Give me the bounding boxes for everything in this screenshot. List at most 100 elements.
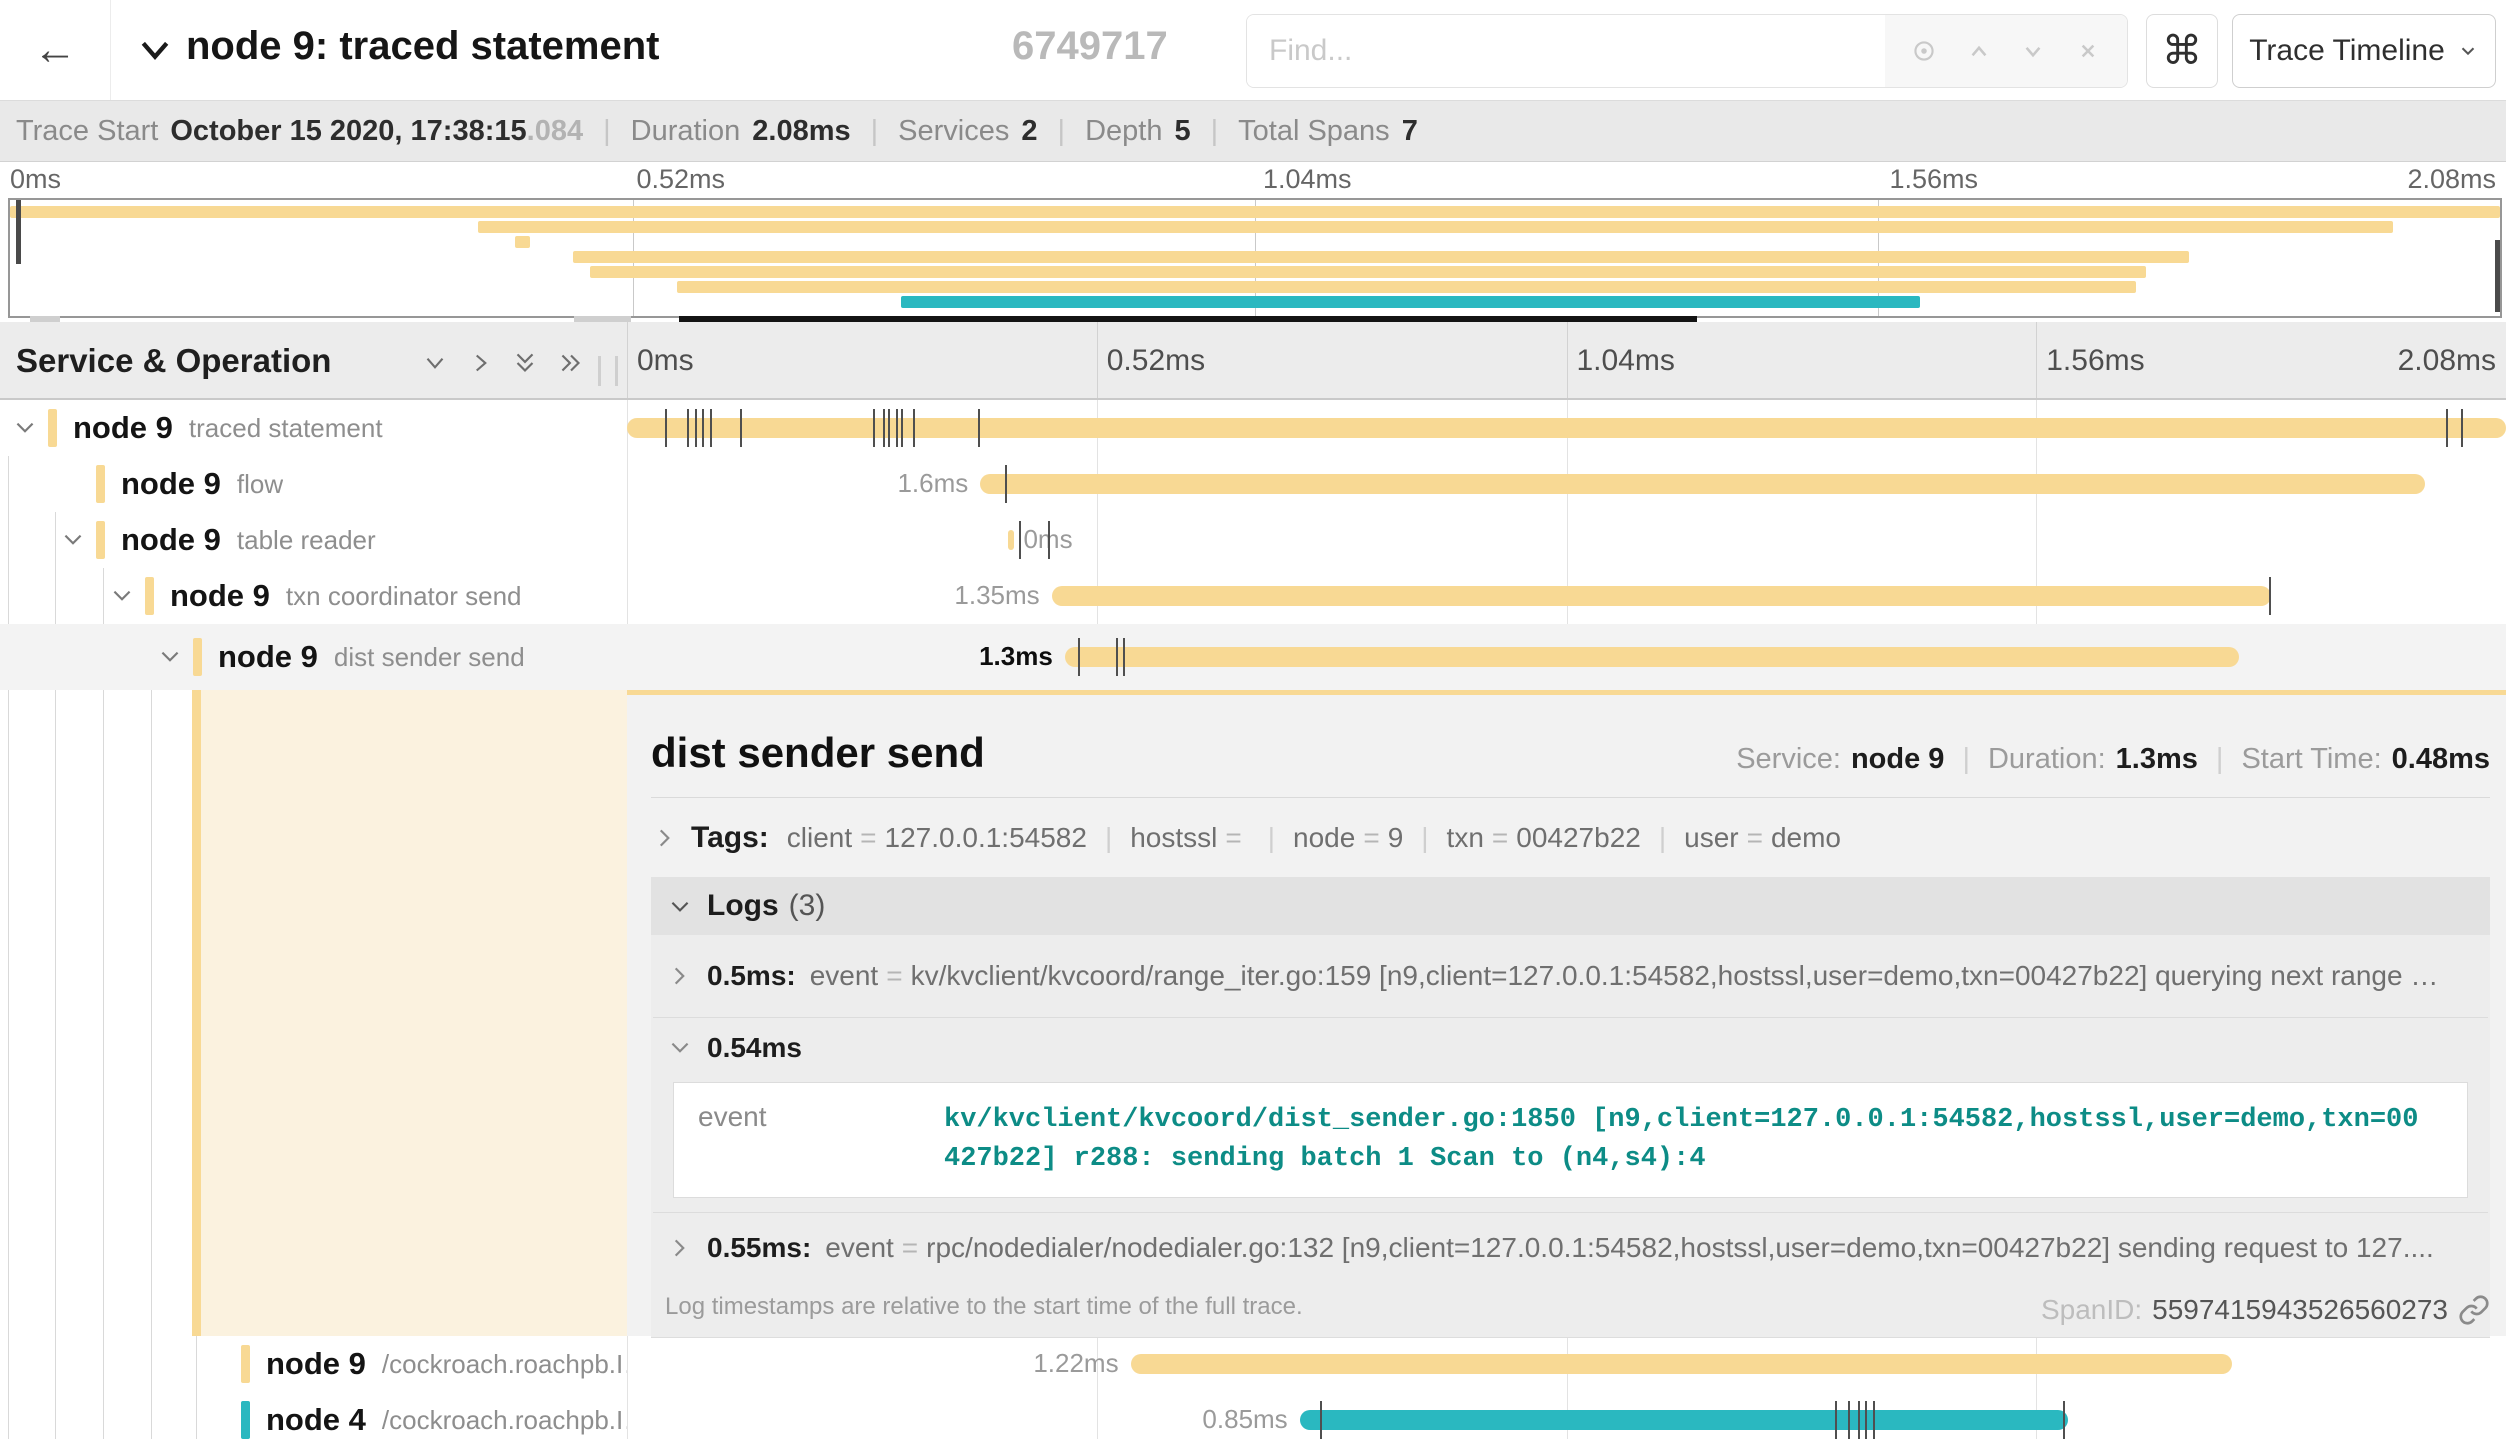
chevron-down-icon[interactable]: [2018, 36, 2048, 66]
span-color-swatch: [241, 1401, 250, 1439]
row-expander-icon[interactable]: [109, 583, 135, 614]
keyboard-shortcuts-button[interactable]: ⌘: [2146, 14, 2218, 88]
row-label[interactable]: node 9flow: [96, 456, 283, 512]
log-tick-mark: [978, 409, 980, 447]
log-tick-mark: [1123, 638, 1125, 676]
row-label[interactable]: node 9/cockroach.roachpb.I…: [241, 1336, 627, 1392]
span-detail-meta: Service:node 9|Duration:1.3ms|Start Time…: [1736, 743, 2490, 776]
trace-minimap[interactable]: 0ms0.52ms1.04ms1.56ms2.08ms: [0, 162, 2506, 322]
row-left-cell[interactable]: node 9table reader: [0, 512, 627, 568]
span-bar[interactable]: [1065, 647, 2239, 667]
trace-id: 6749717: [1012, 24, 1168, 69]
minimap-scrubber-left-handle[interactable]: [16, 200, 21, 264]
log-tick-mark: [888, 409, 890, 447]
row-left-cell[interactable]: node 4/cockroach.roachpb.I…: [0, 1392, 627, 1439]
row-label[interactable]: node 9dist sender send: [193, 624, 525, 690]
log-tick-mark: [1848, 1401, 1850, 1439]
table-row[interactable]: node 9/cockroach.roachpb.I…1.22ms: [0, 1336, 2506, 1392]
log-timestamp: 0.55ms:: [707, 1232, 811, 1264]
row-timeline-cell[interactable]: 1.22ms: [627, 1336, 2506, 1392]
span-bar[interactable]: [1131, 1354, 2232, 1374]
minimap-span-bar: [677, 281, 2136, 293]
summary-separator: |: [603, 115, 611, 148]
scope-icon[interactable]: [1909, 36, 1939, 66]
timeline-header-gridline: [1567, 322, 1568, 398]
log-row[interactable]: 0.5ms:event=kv/kvclient/kvcoord/range_it…: [651, 935, 2490, 1017]
table-row[interactable]: node 9table reader 0ms: [0, 512, 2506, 568]
back-arrow-icon: ←: [33, 25, 77, 75]
row-left-cell[interactable]: node 9flow: [0, 456, 627, 512]
table-row[interactable]: node 9traced statement: [0, 400, 2506, 456]
expand-all-icon[interactable]: [556, 348, 586, 383]
span-bar[interactable]: [627, 418, 2506, 438]
log-tick-mark: [2446, 409, 2448, 447]
chevron-up-icon[interactable]: [1964, 36, 1994, 66]
log-tick-mark: [1048, 521, 1050, 559]
row-timeline-cell[interactable]: [627, 400, 2506, 456]
service-name: node 9: [218, 639, 318, 675]
table-row[interactable]: node 9flow 1.6ms: [0, 456, 2506, 512]
tag-separator: |: [1268, 822, 1275, 854]
trace-timeline-page: ← node 9: traced statement 6749717: [0, 0, 2506, 1439]
tags-row[interactable]: Tags: client=127.0.0.1:54582|hostssl=|no…: [651, 807, 2490, 869]
view-selector-button[interactable]: Trace Timeline: [2232, 14, 2496, 88]
tag-key: hostssl: [1130, 822, 1217, 854]
row-label[interactable]: node 9traced statement: [48, 400, 383, 456]
summary-separator: |: [1211, 115, 1219, 148]
log-row-expanded-header[interactable]: 0.54ms: [651, 1018, 2490, 1078]
row-timeline-cell[interactable]: 0.85ms: [627, 1392, 2506, 1439]
row-timeline-cell[interactable]: 1.6ms: [627, 456, 2506, 512]
row-left-cell[interactable]: node 9/cockroach.roachpb.I…: [0, 1336, 627, 1392]
find-input[interactable]: [1247, 15, 1885, 87]
span-color-swatch: [241, 1345, 250, 1383]
back-button[interactable]: ←: [0, 0, 111, 100]
table-row[interactable]: node 4/cockroach.roachpb.I…0.85ms: [0, 1392, 2506, 1439]
link-icon[interactable]: [2458, 1294, 2490, 1326]
log-tick-mark: [710, 409, 712, 447]
view-selector-label: Trace Timeline: [2249, 34, 2445, 68]
minimap-span-bar: [515, 236, 530, 248]
minimap-tick-label: 1.56ms: [1890, 164, 1979, 195]
column-resize-handle[interactable]: [598, 356, 618, 386]
tag-equals: =: [1225, 822, 1241, 854]
row-left-cell[interactable]: node 9traced statement: [0, 400, 627, 456]
close-icon[interactable]: [2073, 36, 2103, 66]
row-timeline-cell[interactable]: 1.3ms: [627, 624, 2506, 690]
minimap-tick-label: 0.52ms: [637, 164, 726, 195]
tag-equals: =: [1492, 822, 1508, 854]
row-left-cell[interactable]: node 9dist sender send: [0, 624, 627, 690]
log-tick-mark: [695, 409, 697, 447]
span-bar[interactable]: [980, 474, 2425, 494]
collapse-all-icon[interactable]: [510, 348, 540, 383]
row-timeline-cell[interactable]: 0ms: [627, 512, 2506, 568]
row-label[interactable]: node 4/cockroach.roachpb.I…: [241, 1392, 627, 1439]
row-expander-icon[interactable]: [157, 644, 183, 675]
row-timeline-cell[interactable]: 1.35ms: [627, 568, 2506, 624]
minimap-span-bar: [10, 206, 2500, 218]
span-bar[interactable]: [1300, 1410, 2069, 1430]
table-row[interactable]: node 9txn coordinator send 1.35ms: [0, 568, 2506, 624]
collapse-title-chevron-icon[interactable]: [132, 30, 178, 75]
service-name: node 9: [266, 1346, 366, 1382]
row-label[interactable]: node 9txn coordinator send: [145, 568, 522, 624]
span-bar[interactable]: [1008, 530, 1014, 550]
table-row[interactable]: node 9dist sender send 1.3ms: [0, 624, 2506, 690]
span-bar[interactable]: [1052, 586, 2271, 606]
row-left-cell[interactable]: node 9txn coordinator send: [0, 568, 627, 624]
operation-name: table reader: [237, 525, 376, 556]
command-icon: ⌘: [2162, 28, 2202, 74]
row-label[interactable]: node 9table reader: [96, 512, 376, 568]
logs-header[interactable]: Logs (3): [651, 877, 2490, 935]
meta-label: Service:: [1736, 743, 1841, 776]
row-expander-icon[interactable]: [12, 415, 38, 446]
collapse-one-icon[interactable]: [420, 348, 450, 383]
summary-separator: |: [871, 115, 879, 148]
minimap-scrubber-right-handle[interactable]: [2495, 240, 2500, 312]
expand-one-icon[interactable]: [466, 348, 496, 383]
service-operation-header: Service & Operation: [16, 342, 331, 380]
log-tick-mark: [687, 409, 689, 447]
minimap-canvas[interactable]: [8, 198, 2502, 318]
timeline-header: Service & Operation 0ms0.52ms1.04ms1.56m…: [0, 322, 2506, 400]
log-row[interactable]: 0.55ms:event=rpc/nodedialer/nodedialer.g…: [651, 1213, 2490, 1283]
row-expander-icon[interactable]: [60, 527, 86, 558]
